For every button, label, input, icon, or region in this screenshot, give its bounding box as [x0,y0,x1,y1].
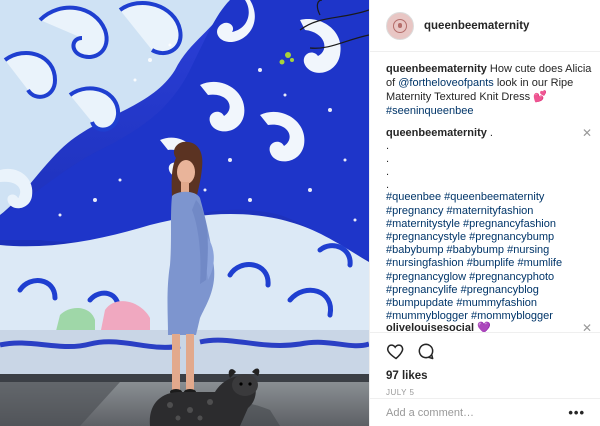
instagram-post: queenbeematernity queenbeematernity How … [0,0,600,426]
avatar[interactable] [386,11,414,40]
delete-comment2-close-icon[interactable]: ✕ [582,321,592,332]
dot-line: . [386,178,390,191]
hashtag-line[interactable]: #pregnancystyle #pregnancybump [386,231,592,244]
caption-hashtag-link[interactable]: #seeninqueenbee [386,105,473,117]
header-username[interactable]: queenbeematernity [424,20,529,32]
post-actions: 97 likes JULY 5 [370,332,600,397]
comment-username[interactable]: queenbeematernity [386,127,487,139]
more-options-icon[interactable]: ••• [568,405,585,420]
queen-bee-logo-icon [393,18,407,33]
caption-mention-link[interactable]: @fortheloveofpants [398,77,494,89]
likes-count[interactable]: 97 likes [386,370,585,382]
add-comment-bar: ••• [370,398,600,426]
post-photo[interactable] [0,0,369,426]
hashtag-line[interactable]: #pregnancyglow #pregnancyphoto [386,271,592,284]
two-hearts-emoji-icon: 💕 [533,91,547,103]
comment-text: . [486,127,493,139]
post-side-panel: queenbeematernity queenbeematernity How … [369,0,600,426]
comment-hashtags: ✕ queenbeematernity . . . . . #queenbee … [386,126,592,323]
comment2-username[interactable]: olivelouisesocial [386,322,474,332]
comment-hashtag-list: #queenbee #queenbeematernity #pregnancy … [386,191,592,323]
comments-section: queenbeematernity How cute does Alicia o… [386,62,592,332]
dot-line: . [386,140,390,153]
mural-photo-illustration [0,0,369,426]
hashtag-line[interactable]: #pregnancylife #pregnancyblog [386,284,592,297]
purple-heart-emoji-icon: 💜 [477,322,491,332]
hashtag-line[interactable]: #pregnancy #maternityfashion [386,205,592,218]
hashtag-line[interactable]: #maternitystyle #pregnancyfashion [386,218,592,231]
delete-comment-close-icon[interactable]: ✕ [582,126,592,140]
add-comment-input[interactable] [386,406,569,419]
post-date: JULY 5 [386,388,415,397]
dot-line: . [386,153,390,165]
hashtag-line[interactable]: #bumpupdate #mummyfashion [386,297,592,310]
heart-icon[interactable] [386,341,406,361]
caption-username[interactable]: queenbeematernity [386,63,487,75]
action-icons [386,339,585,363]
post-header: queenbeematernity [370,0,600,52]
hashtag-line[interactable]: #queenbee #queenbeematernity [386,191,592,204]
dot-line: . [386,165,390,178]
hashtag-line[interactable]: #nursingfashion #bumplife #mumlife [386,257,592,270]
comment-olive: olivelouisesocial 💜 ✕ [386,321,592,332]
hashtag-line[interactable]: #babybump #babybump #nursing [386,244,592,257]
comment-dots: . . . . [386,140,592,191]
post-caption: queenbeematernity How cute does Alicia o… [386,62,592,118]
comment-bubble-icon[interactable] [416,341,436,361]
